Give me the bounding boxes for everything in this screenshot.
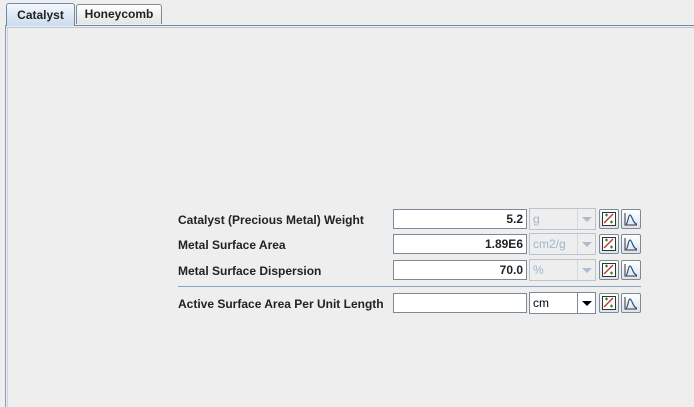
tab-strip: Catalyst Honeycomb <box>0 0 694 26</box>
chevron-down-icon[interactable] <box>577 293 595 313</box>
graph-edit-icon[interactable] <box>599 234 619 254</box>
metal-surface-area-label: Metal Surface Area <box>178 238 286 252</box>
distribution-curve-icon[interactable] <box>621 209 641 229</box>
catalyst-weight-label: Catalyst (Precious Metal) Weight <box>178 213 364 227</box>
active-surface-area-label: Active Surface Area Per Unit Length <box>178 297 384 311</box>
active-surface-area-unit-select[interactable]: cm <box>529 292 596 314</box>
panel-border <box>6 27 694 28</box>
metal-surface-dispersion-field[interactable] <box>393 260 527 280</box>
graph-edit-icon[interactable] <box>599 260 619 280</box>
catalyst-weight-field[interactable] <box>393 209 527 229</box>
chevron-down-icon[interactable] <box>577 209 595 229</box>
distribution-curve-icon[interactable] <box>621 293 641 313</box>
metal-surface-area-unit-select[interactable]: cm2/g <box>529 233 596 255</box>
graph-edit-icon[interactable] <box>599 209 619 229</box>
catalyst-weight-unit-value: g <box>533 212 540 226</box>
active-surface-area-field[interactable] <box>393 293 527 313</box>
section-separator <box>178 286 641 287</box>
metal-surface-area-field[interactable] <box>393 234 527 254</box>
metal-surface-dispersion-unit-value: % <box>533 263 544 277</box>
chevron-down-icon[interactable] <box>577 234 595 254</box>
panel-border-left <box>7 27 8 407</box>
metal-surface-dispersion-unit-select[interactable]: % <box>529 259 596 281</box>
metal-surface-area-unit-value: cm2/g <box>533 237 566 251</box>
catalyst-weight-unit-select[interactable]: g <box>529 208 596 230</box>
tab-catalyst[interactable]: Catalyst <box>6 3 75 26</box>
catalyst-properties-window: Catalyst Honeycomb Catalyst (Precious Me… <box>0 0 694 407</box>
graph-edit-icon[interactable] <box>599 293 619 313</box>
distribution-curve-icon[interactable] <box>621 260 641 280</box>
metal-surface-dispersion-label: Metal Surface Dispersion <box>178 264 322 278</box>
chevron-down-icon[interactable] <box>577 260 595 280</box>
active-surface-area-unit-value: cm <box>533 296 549 310</box>
tab-honeycomb[interactable]: Honeycomb <box>76 4 162 24</box>
distribution-curve-icon[interactable] <box>621 234 641 254</box>
